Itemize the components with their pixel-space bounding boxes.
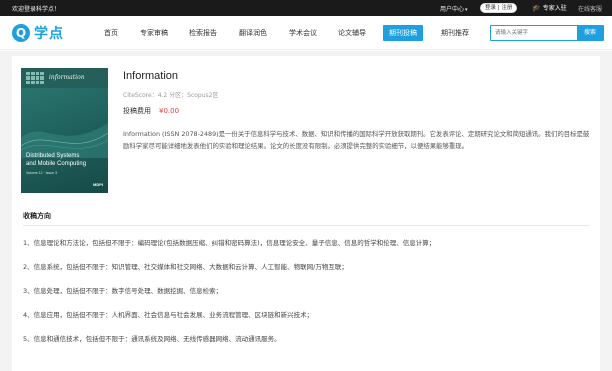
submission-fee: 投稿费用 ¥0.00 <box>123 106 179 116</box>
nav-journal-recommend[interactable]: 期刊推荐 <box>441 25 469 41</box>
nav-expert-review[interactable]: 专家审稿 <box>140 25 168 41</box>
nav-journal-submission[interactable]: 期刊投稿 <box>383 25 423 41</box>
login-register-button[interactable]: 登录 | 注册 <box>480 3 518 13</box>
journal-metrics: CiteScore：4.2 分区：Scopus2区 <box>123 92 219 99</box>
cover-grid-logo <box>26 72 44 84</box>
search-input[interactable] <box>491 26 577 40</box>
top-bar: 欢迎登录科学点！ 用户中心▾ 登录 | 注册 🎓 专家入驻 在线客服 <box>0 0 612 16</box>
chevron-down-icon: ▾ <box>465 7 468 13</box>
cover-issue: Volume 12 · Issue 3 <box>26 171 57 175</box>
topic-item: 5、信息和通信技术，包括但不限于：通讯系统及网络、无线传感器网络、流动通讯服务。 <box>23 335 281 343</box>
site-header: Q 学点 首页 专家审稿 检索报告 翻译润色 学术会议 论文辅导 期刊投稿 期刊… <box>0 16 612 50</box>
search-button[interactable]: 搜索 <box>577 26 603 40</box>
cover-publisher-logo: MDPI <box>93 182 103 187</box>
graduation-cap-icon: 🎓 <box>532 4 541 12</box>
fee-label: 投稿费用 <box>123 107 151 115</box>
nav-thesis-tutoring[interactable]: 论文辅导 <box>338 25 366 41</box>
site-logo[interactable]: Q 学点 <box>12 23 64 43</box>
cover-title-line2: and Mobile Computing <box>26 161 87 167</box>
nav-translation[interactable]: 翻译润色 <box>239 25 267 41</box>
logo-mark: Q <box>12 24 30 42</box>
journal-cover-image: information Distributed Systems and Mobi… <box>21 68 108 193</box>
expert-join-link[interactable]: 🎓 专家入驻 <box>532 3 567 12</box>
topic-item: 3、信息处理，包括但不限于：数字信号处理、数据挖掘、信息检索； <box>23 287 223 295</box>
search-box: 搜索 <box>490 25 604 41</box>
user-center-menu[interactable]: 用户中心▾ <box>440 4 468 13</box>
online-service-link[interactable]: 在线客服 <box>578 4 602 13</box>
journal-card: information Distributed Systems and Mobi… <box>12 56 600 371</box>
topic-item: 2、信息系统，包括但不限于：知识管理、社交媒体和社交网络、大数据和云计算、人工智… <box>23 263 348 271</box>
topic-item: 4、信息应用，包括但不限于：人机界面、社会信息与社会发展、业务流程管理、区块链和… <box>23 311 314 319</box>
topic-item: 1、信息理论和方法论，包括但不限于：编码理论(包括数据压缩、纠错和密码算法)，信… <box>23 239 436 247</box>
cover-title: Distributed Systems and Mobile Computing <box>26 152 86 168</box>
cover-title-line1: Distributed Systems <box>26 153 80 159</box>
cover-journal-name: information <box>49 74 85 81</box>
expert-join-label: 专家入驻 <box>542 5 567 12</box>
welcome-text: 欢迎登录科学点！ <box>12 6 61 13</box>
nav-search-report[interactable]: 检索报告 <box>189 25 217 41</box>
section-divider <box>23 225 589 226</box>
topics-heading: 收稿方向 <box>23 212 51 220</box>
page-background: information Distributed Systems and Mobi… <box>0 51 612 371</box>
logo-text: 学点 <box>34 26 64 42</box>
cover-wave-graphic <box>21 123 108 158</box>
nav-conferences[interactable]: 学术会议 <box>289 25 317 41</box>
journal-title: Information <box>123 70 179 82</box>
user-center-label: 用户中心 <box>440 6 465 13</box>
journal-description: Information (ISSN 2078-2489)是一份关于信息科学与技术… <box>123 130 590 150</box>
fee-value: ¥0.00 <box>159 107 180 115</box>
nav-home[interactable]: 首页 <box>104 25 118 41</box>
